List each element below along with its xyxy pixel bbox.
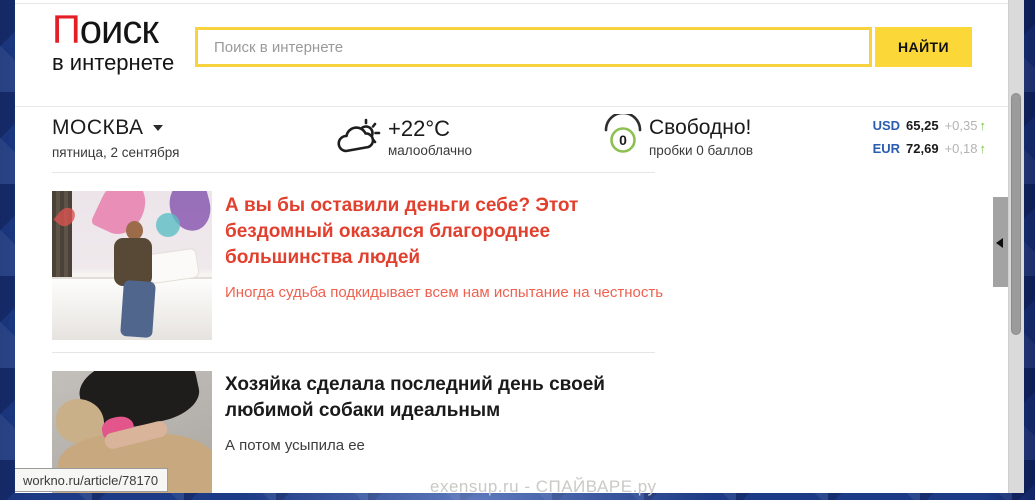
currency-change: +0,35 [945,118,978,133]
traffic-status: Свободно! [649,116,751,140]
currency-row-usd[interactable]: USD 65,25 +0,35↑ [873,118,986,133]
up-arrow-icon: ↑ [980,141,987,156]
article-link[interactable]: Хозяйка сделала последний день своей люб… [225,372,620,454]
partly-cloudy-icon [335,118,381,160]
sidebar-pull-tab[interactable] [993,197,1008,287]
article-thumbnail[interactable] [52,191,212,340]
currency-row-eur[interactable]: EUR 72,69 +0,18↑ [873,141,986,156]
page-content: Поиск в интернете НАЙТИ МОСКВА пятница, … [15,0,1008,493]
city-selector[interactable]: МОСКВА пятница, 2 сентября [52,116,179,160]
currency-change: +0,18 [945,141,978,156]
search-button[interactable]: НАЙТИ [875,27,972,67]
section-divider [52,172,655,173]
currency-code: USD [873,118,900,133]
site-logo[interactable]: Поиск в интернете [52,10,174,74]
logo-first-letter: П [52,8,80,52]
article-link[interactable]: А вы бы оставили деньги себе? Этот бездо… [225,193,670,301]
thumb-decoration [114,238,152,286]
currency-widget: USD 65,25 +0,35↑ EUR 72,69 +0,18↑ [873,118,986,164]
thumb-decoration [120,280,156,338]
article-subtitle[interactable]: Иногда судьба подкидывает всем нам испыт… [225,284,670,301]
weather-temp: +22°C [388,116,450,142]
article-title[interactable]: Хозяйка сделала последний день своей люб… [225,372,620,424]
currency-rate: 72,69 [906,141,939,156]
city-name-row: МОСКВА [52,116,179,140]
logo-subtitle: в интернете [52,52,174,74]
collapse-left-arrow-icon [996,238,1003,248]
logo-title: Поиск [52,10,174,50]
traffic-detail: пробки 0 баллов [649,143,753,158]
logo-rest: оиск [80,8,158,52]
thumb-decoration [52,191,72,277]
thumb-decoration [90,191,154,242]
header-divider [15,106,1008,107]
traffic-light-icon: 0 [602,114,644,156]
scrollbar-thumb[interactable] [1011,93,1021,335]
status-bar-url: workno.ru/article/78170 [15,468,168,492]
currency-rate: 65,25 [906,118,939,133]
browser-window: Поиск в интернете НАЙТИ МОСКВА пятница, … [15,0,1024,493]
currency-code: EUR [873,141,900,156]
section-divider [52,352,655,353]
city-date: пятница, 2 сентября [52,145,179,160]
article-title[interactable]: А вы бы оставили деньги себе? Этот бездо… [225,193,670,271]
thumb-decoration [156,213,180,237]
city-name: МОСКВА [52,116,144,139]
article-subtitle[interactable]: А потом усыпила ее [225,437,620,454]
traffic-score: 0 [619,132,627,148]
up-arrow-icon: ↑ [980,118,987,133]
chevron-down-icon [153,125,163,131]
watermark-text: exensup.ru - СПАЙВАРЕ.ру [430,477,657,497]
weather-desc: малооблачно [388,143,472,158]
top-hairline [15,3,1008,4]
search-input[interactable] [195,27,872,67]
